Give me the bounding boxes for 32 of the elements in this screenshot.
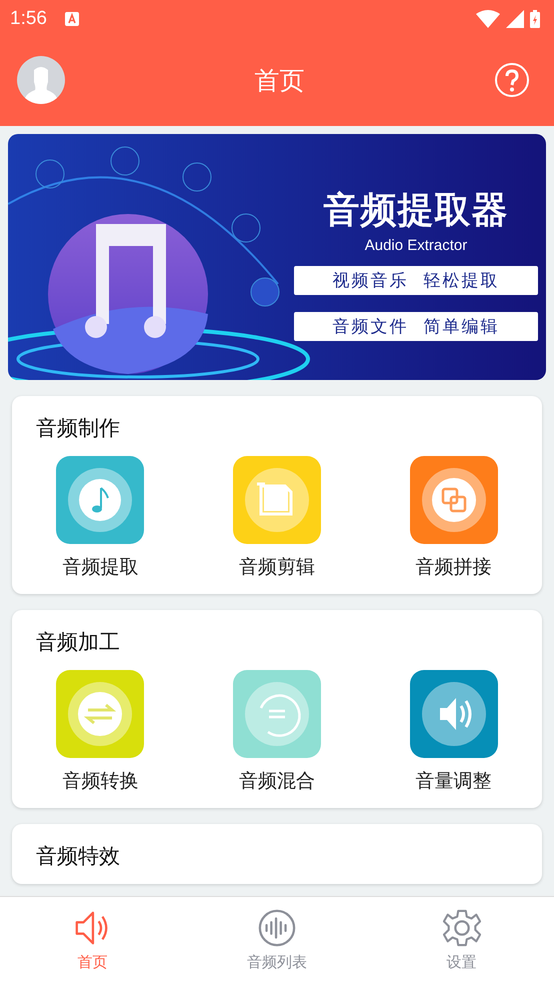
wifi-icon (476, 10, 500, 28)
status-time: 1:56 (10, 8, 47, 30)
help-icon[interactable] (494, 62, 530, 98)
loop-tool-icon[interactable] (232, 670, 321, 758)
signal-icon (506, 10, 524, 28)
waveform-icon (258, 909, 296, 947)
overlap-tool-icon[interactable] (410, 456, 498, 544)
banner-tagline: 音频文件 简单编辑 (294, 312, 538, 341)
tool-label: 音量调整 (416, 769, 492, 794)
banner-tagline: 视频音乐 轻松提取 (294, 266, 538, 295)
section-title: 音频加工 (36, 629, 120, 656)
tool-label: 音频剪辑 (238, 555, 315, 580)
tool-label: 音频混合 (238, 769, 315, 794)
nav-tab[interactable]: 首页 (0, 897, 185, 984)
notification-icon (64, 12, 79, 26)
section-title: 音频特效 (36, 843, 120, 870)
crop-tool-icon[interactable] (232, 456, 321, 544)
nav-tab[interactable]: 设置 (369, 897, 554, 984)
page-title: 首页 (254, 64, 304, 96)
tool-label: 音频拼接 (416, 555, 492, 580)
swap-tool-icon[interactable] (56, 670, 144, 758)
tool-label: 音频转换 (62, 769, 138, 794)
note-tool-icon[interactable] (56, 456, 144, 544)
settings-icon (442, 909, 481, 947)
tool-label: 音频提取 (62, 555, 138, 580)
banner-title: 音频提取器 (324, 189, 508, 233)
section-title: 音频制作 (36, 415, 120, 442)
banner-subtitle: Audio Extractor (364, 237, 468, 254)
speaker-tool-icon[interactable] (410, 670, 498, 758)
nav-tab[interactable]: 音频列表 (184, 897, 370, 984)
battery-icon (530, 10, 540, 28)
avatar-icon[interactable] (17, 56, 65, 104)
